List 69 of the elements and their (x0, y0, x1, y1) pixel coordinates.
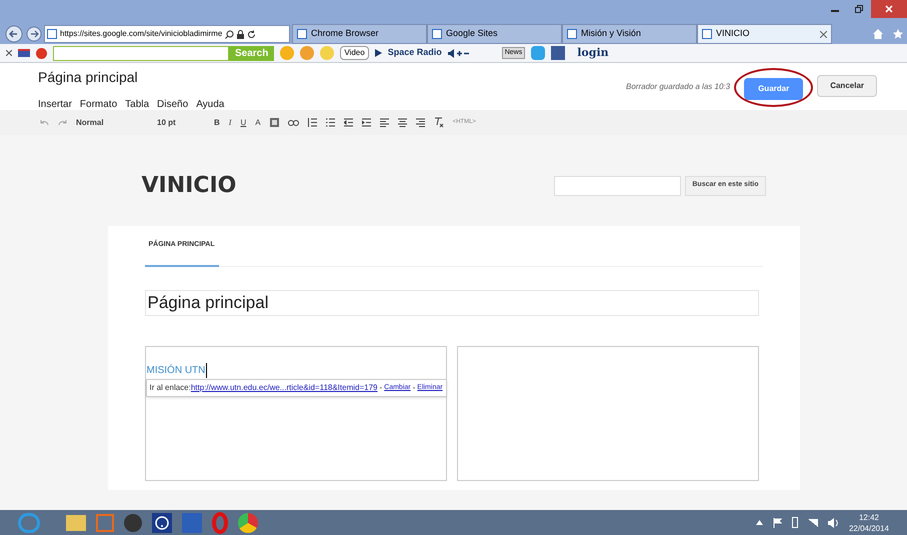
menu-item[interactable]: Formato (80, 97, 118, 112)
link-label: Ir al enlace: (150, 382, 191, 394)
cancel-button[interactable]: Cancelar (817, 75, 877, 97)
star-icon[interactable] (893, 29, 903, 39)
link-url[interactable]: http://www.utn.edu.ec/we...rticle&id=118&Itemid=179 (190, 382, 378, 394)
browser-tab[interactable]: Misión y Visión (562, 24, 697, 44)
page-title-field[interactable]: Página principal (144, 290, 758, 316)
close-tab-icon[interactable] (820, 30, 827, 38)
help-icon[interactable] (152, 512, 172, 532)
search-icon[interactable] (225, 30, 234, 38)
outdent-icon[interactable] (344, 118, 353, 127)
address-bar[interactable]: https://sites.google.com/site/viniciobladimirme (44, 25, 290, 43)
toolbar-search-field[interactable] (53, 46, 229, 60)
close-button[interactable] (871, 0, 907, 18)
forward-icon[interactable] (26, 26, 42, 42)
align-left-icon[interactable] (380, 118, 389, 127)
clock-date: 22/04/2014 (848, 522, 889, 534)
url-text: https://sites.google.com/site/viniciobladimirme (60, 28, 222, 40)
flag-tray-icon[interactable] (772, 518, 782, 528)
indent-icon[interactable] (362, 118, 371, 127)
restore-icon[interactable] (855, 5, 863, 13)
refresh-icon[interactable] (247, 30, 256, 38)
clock-time: 12:42 (858, 512, 879, 522)
underline-button[interactable]: U (240, 116, 246, 128)
space-radio-link[interactable]: Space Radio (388, 46, 442, 60)
play-icon[interactable] (374, 49, 382, 57)
lock-icon (237, 30, 244, 38)
draft-status: Borrador guardado a las 10:3 (626, 81, 730, 93)
menu-item[interactable]: Insertar (38, 97, 72, 112)
volume-icon[interactable] (448, 48, 470, 58)
align-center-icon[interactable] (398, 118, 407, 127)
page-icon (567, 29, 577, 39)
speaker-icon[interactable] (828, 518, 839, 528)
battery-icon[interactable] (792, 517, 798, 528)
page-icon (432, 29, 442, 39)
menu-item[interactable]: Diseño (157, 97, 188, 112)
column-heading: MISIÓN UTN (146, 363, 208, 378)
tray-arrow-icon[interactable] (756, 520, 763, 525)
video-button[interactable]: Video (340, 46, 369, 60)
clear-format-icon[interactable] (434, 117, 444, 128)
page-icon (297, 29, 307, 39)
site-title: VINICIO (142, 172, 236, 200)
highlight-icon[interactable] (270, 118, 279, 127)
close-toolbar-icon[interactable] (6, 50, 12, 56)
circle-logo-icon[interactable] (238, 512, 258, 532)
bullet-list-icon[interactable] (326, 118, 335, 127)
numbered-list-icon[interactable] (308, 118, 317, 127)
back-icon[interactable] (4, 25, 24, 43)
italic-button[interactable]: I (228, 116, 232, 128)
folder-icon[interactable] (66, 514, 86, 530)
align-right-icon[interactable] (416, 118, 425, 127)
close-icon (885, 5, 893, 13)
separator-dash: - (378, 382, 384, 394)
bold-button[interactable]: B (214, 116, 220, 128)
menu-item[interactable]: Ayuda (196, 97, 224, 112)
login-link[interactable]: login (577, 44, 609, 62)
menu-item[interactable]: Tabla (125, 97, 150, 112)
page-icon (47, 29, 57, 39)
browser-tab[interactable]: Chrome Browser (292, 24, 427, 44)
page-title: Página principal (38, 68, 139, 87)
separator-dash: - (412, 382, 416, 394)
browser-tab[interactable]: Google Sites (427, 24, 562, 44)
font-color-button[interactable]: A (255, 116, 261, 128)
link-icon[interactable] (288, 120, 299, 126)
style-dropdown[interactable]: Normal (76, 116, 148, 128)
browser-tab[interactable]: VINICIO (697, 24, 832, 44)
site-search-field[interactable] (554, 176, 682, 196)
page-icon (702, 29, 712, 39)
size-dropdown[interactable]: 10 pt (157, 116, 205, 128)
